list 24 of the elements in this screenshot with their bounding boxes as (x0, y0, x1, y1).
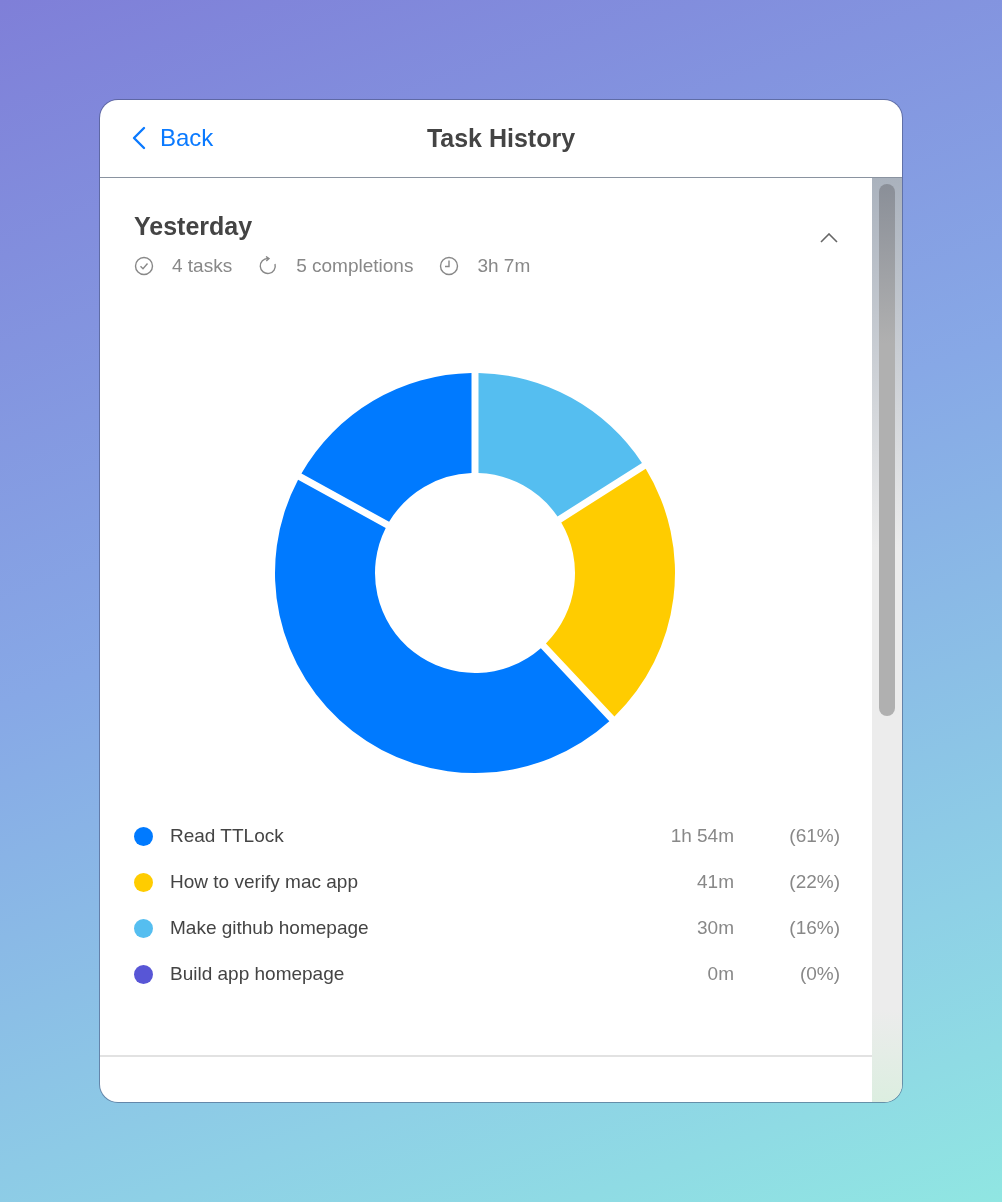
stat-text: 3h 7m (477, 255, 531, 277)
legend-label: Make github homepage (170, 917, 370, 939)
clock-icon (439, 256, 460, 276)
legend-label: How to verify mac app (170, 871, 359, 893)
legend-label: Read TTLock (170, 825, 285, 847)
legend-duration: 30m (696, 917, 734, 939)
scrollbar-thumb[interactable] (879, 184, 895, 716)
back-button[interactable]: Back (132, 124, 214, 152)
caret-icon[interactable] (820, 232, 838, 243)
legend-duration: 0m (706, 963, 734, 985)
window-title: Task History (426, 124, 576, 153)
stat-text: 5 completions (296, 255, 414, 277)
legend-percent: (61%) (788, 825, 840, 847)
legend-duration: 1h 54m (669, 825, 734, 847)
legend-percent: (22%) (788, 871, 840, 893)
section-title: Yesterday (134, 212, 254, 241)
legend-percent: (0%) (798, 963, 840, 985)
legend-label: Build app homepage (170, 963, 346, 985)
legend-percent: (16%) (788, 917, 840, 939)
check-circle-icon (134, 256, 154, 276)
stat-text: 4 tasks (172, 255, 233, 277)
legend-duration: 41m (696, 871, 734, 893)
chevron-left-icon (132, 126, 146, 150)
repeat-icon (258, 256, 279, 276)
